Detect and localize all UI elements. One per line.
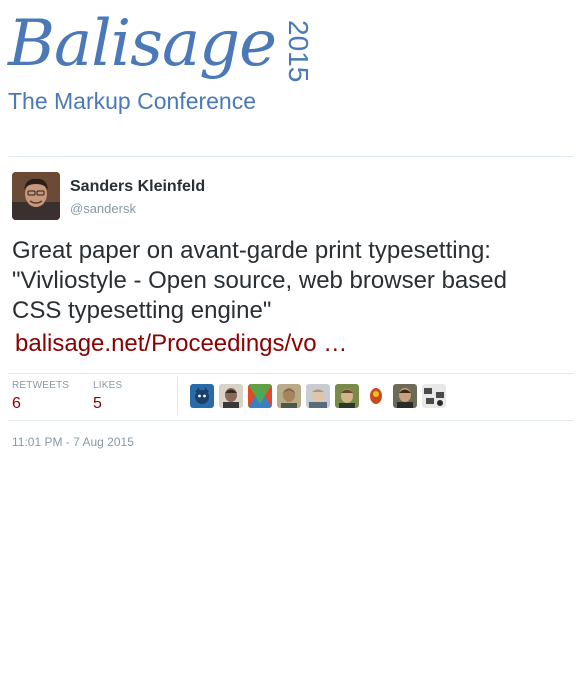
likes-count: 5 [93,395,102,412]
tweet-text-line: CSS typesetting engine" [12,297,272,324]
user-avatar-icon [12,172,60,220]
tweet-top-divider [8,156,573,157]
tweet-text: Great paper on avant-garde print typeset… [12,236,572,359]
tweet-text-line: "Vivliostyle - Open source, web browser … [12,267,507,294]
liker-avatar-9-icon[interactable] [422,384,446,408]
stats-top-divider [8,373,573,374]
likes-label: LIKES [93,380,123,391]
liker-avatar-7-icon[interactable] [364,384,388,408]
balisage-logo: Balisage 2015 The Markup Conference [0,0,330,130]
author-avatar[interactable] [12,172,60,220]
author-handle[interactable]: @sandersk [70,201,136,216]
tweet-link[interactable]: balisage.net/Proceedings/vo … [15,329,572,359]
retweets-stat[interactable]: RETWEETS 6 [12,380,69,413]
liker-avatar-5-icon[interactable] [306,384,330,408]
logo-subtitle: The Markup Conference [8,88,257,114]
likers-avatar-list [190,384,451,410]
liker-avatar-3-icon[interactable] [248,384,272,408]
logo-year: 2015 [283,20,314,83]
logo-wordmark: Balisage [8,7,277,81]
author-name[interactable]: Sanders Kleinfeld [70,178,205,196]
tweet-timestamp[interactable]: 11:01 PM - 7 Aug 2015 [12,435,134,449]
liker-avatar-8-icon[interactable] [393,384,417,408]
stats-separator [177,376,178,416]
tweet-text-line: Great paper on avant-garde print typeset… [12,237,491,264]
liker-avatar-4-icon[interactable] [277,384,301,408]
liker-avatar-2-icon[interactable] [219,384,243,408]
stats-bottom-divider [8,420,573,421]
liker-avatar-1-icon[interactable] [190,384,214,408]
retweets-count: 6 [12,395,21,412]
liker-avatar-6-icon[interactable] [335,384,359,408]
retweets-label: RETWEETS [12,380,70,391]
likes-stat[interactable]: LIKES 5 [93,380,122,413]
